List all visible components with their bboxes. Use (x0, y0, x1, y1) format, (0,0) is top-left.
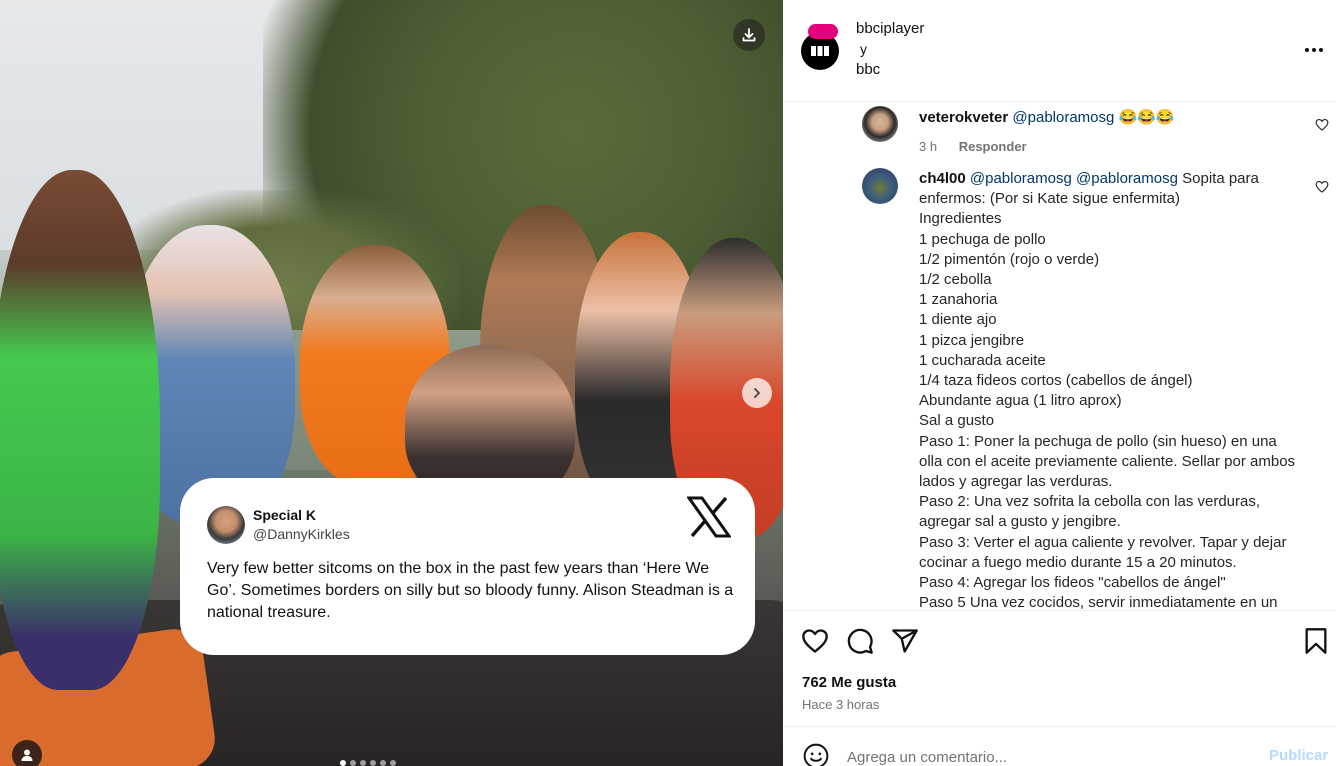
carousel-dot (380, 760, 386, 766)
bbc-logo-icon (811, 46, 829, 56)
commenter-username[interactable]: ch4l00 (919, 170, 966, 187)
tweet-avatar (207, 506, 245, 544)
download-icon (742, 28, 756, 42)
iplayer-badge (808, 24, 838, 39)
tweet-author-name: Special K (253, 507, 317, 523)
commenter-avatar[interactable] (862, 106, 898, 142)
comment-text: veterokveter @pabloramosg 😂😂😂 (919, 108, 1299, 128)
comment-line: Abundante agua (1 litro aprox) (919, 392, 1122, 410)
heart-icon[interactable] (801, 627, 829, 655)
coauthor-username[interactable]: bbc (856, 61, 880, 78)
post-media[interactable]: Special K @DannyKirkles Very few better … (0, 0, 783, 766)
comment-icon[interactable] (846, 627, 874, 655)
comment-line: 1 diente ajo (919, 311, 997, 329)
comment-line: Sal a gusto (919, 412, 995, 430)
x-logo-icon (687, 496, 731, 538)
comment-mention[interactable]: @pabloramosg (970, 170, 1072, 187)
comment-input[interactable] (847, 745, 1247, 766)
add-comment-bar: Publicar (783, 726, 1336, 766)
comment-line: ch4l00 @pabloramosg @pabloramosg Sopita … (919, 169, 1299, 209)
comment-line: 1 pechuga de pollo (919, 230, 1046, 248)
post-side-panel: bbciplayer y bbc veterokveter @pabloramo… (783, 0, 1336, 766)
comment-like-icon[interactable] (1315, 180, 1329, 193)
carousel-dot (350, 760, 356, 766)
post-time[interactable]: Hace 3 horas (802, 697, 879, 712)
comment-time: 3 h (919, 139, 938, 154)
comment-line: 1 pizca jengibre (919, 331, 1025, 349)
tagged-users-button[interactable] (12, 740, 42, 766)
comment-meta: 3 h Responder (919, 139, 1027, 154)
send-icon[interactable] (891, 627, 919, 655)
tweet-header: Special K @DannyKirkles (207, 506, 729, 544)
carousel-next-button[interactable] (742, 378, 772, 408)
likes-number: 762 (802, 674, 828, 691)
comment-line: Paso 3: Verter el agua caliente y revolv… (919, 533, 1287, 571)
comment-line: 1/4 taza fideos cortos (cabellos de ánge… (919, 372, 1193, 390)
download-button[interactable] (733, 19, 765, 51)
carousel-dot (340, 760, 346, 766)
comment-line: Paso 1: Poner la pechuga de pollo (sin h… (919, 432, 1296, 491)
publish-button[interactable]: Publicar (1269, 747, 1328, 764)
comment-line: Ingredientes (919, 210, 1002, 228)
carousel-dot (390, 760, 396, 766)
comment-item: veterokveter @pabloramosg 😂😂😂 3 h Respon… (862, 105, 1329, 155)
comment-line: 1 zanahoria (919, 291, 998, 309)
comment-like-icon[interactable] (1315, 118, 1329, 131)
post-header: bbciplayer y bbc (783, 0, 1336, 102)
tweet-card: Special K @DannyKirkles Very few better … (180, 478, 755, 655)
post-actions: 762 Me gusta Hace 3 horas (783, 610, 1336, 726)
collab-conjunction: y (860, 41, 867, 57)
comment-line: 1 cucharada aceite (919, 351, 1046, 369)
photo-person (0, 170, 160, 690)
commenter-username[interactable]: veterokveter (919, 109, 1008, 126)
more-horizontal-icon (1305, 48, 1323, 52)
comment-line: Paso 2: Una vez sofrita la cebolla con l… (919, 493, 1261, 531)
more-options-button[interactable] (1302, 38, 1326, 62)
reply-button[interactable]: Responder (959, 139, 1027, 154)
tweet-names: Special K @DannyKirkles (253, 506, 350, 544)
comment-line: Paso 4: Agregar los fideos "cabellos de … (919, 574, 1226, 592)
comment-line: 1/2 pimentón (rojo o verde) (919, 250, 1100, 268)
comment-content: 😂😂😂 (1118, 109, 1175, 126)
commenter-avatar[interactable] (862, 168, 898, 204)
likes-count[interactable]: 762 Me gusta (802, 674, 896, 691)
comment-text: ch4l00 @pabloramosg @pabloramosg Sopita … (919, 169, 1299, 610)
comments-list[interactable]: veterokveter @pabloramosg 😂😂😂 3 h Respon… (783, 102, 1336, 610)
carousel-dot (360, 760, 366, 766)
comment-item: ch4l00 @pabloramosg @pabloramosg Sopita … (862, 167, 1329, 610)
author-username[interactable]: bbciplayer (856, 20, 924, 37)
tweet-text: Very few better sitcoms on the box in th… (207, 560, 734, 621)
carousel-dot (370, 760, 376, 766)
likes-label: Me gusta (831, 674, 897, 691)
emoji-icon[interactable] (803, 743, 829, 766)
chevron-right-icon (754, 388, 760, 398)
tweet-author-handle: @DannyKirkles (253, 526, 350, 542)
user-tag-icon (21, 749, 33, 761)
bookmark-icon[interactable] (1302, 627, 1330, 655)
comment-mention[interactable]: @pabloramosg (1076, 170, 1178, 187)
comment-line: 1/2 cebolla (919, 271, 992, 289)
carousel-dots (340, 760, 396, 766)
comment-mention[interactable]: @pabloramosg (1012, 109, 1114, 126)
comment-line: Paso 5 Una vez cocidos, servir inmediata… (919, 594, 1278, 610)
